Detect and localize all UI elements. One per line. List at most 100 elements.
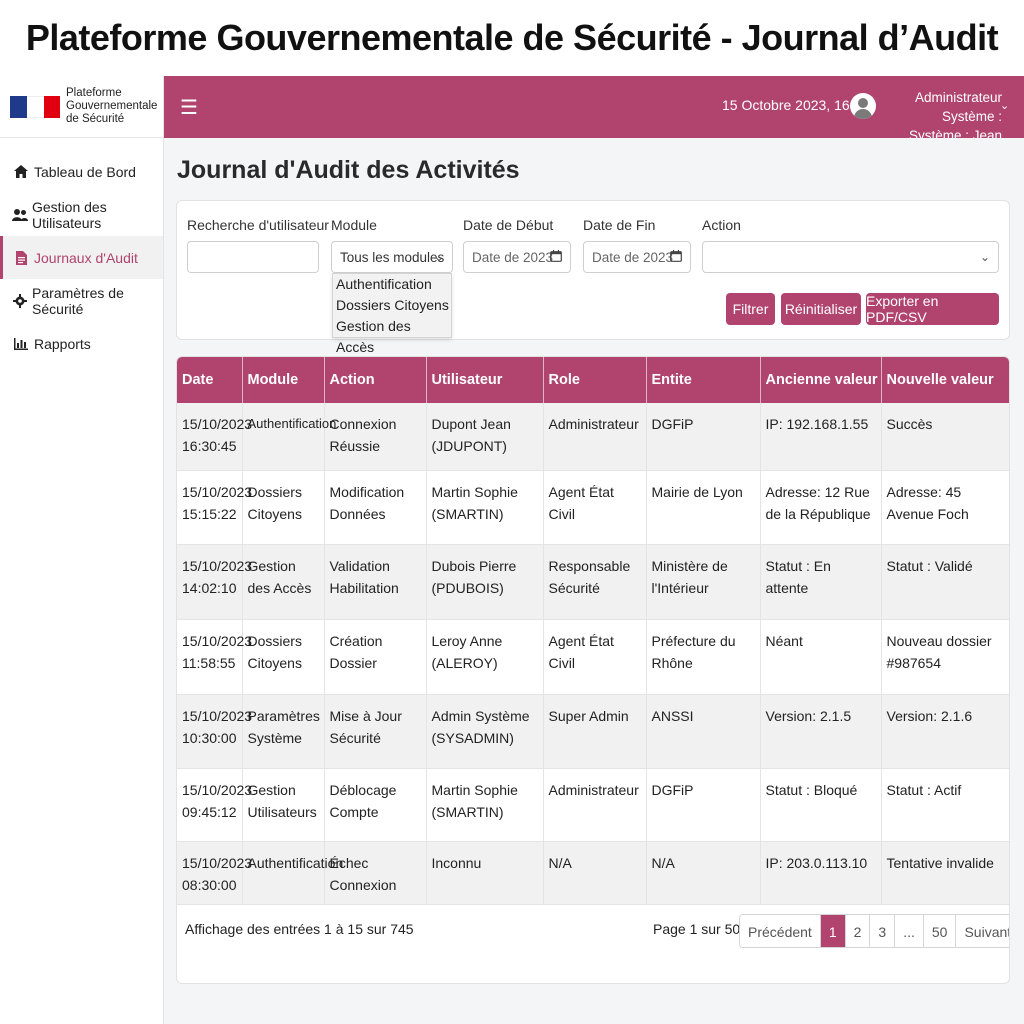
cell-user: Leroy Anne (ALEROY): [426, 619, 544, 695]
pagination-page-button[interactable]: 3: [870, 915, 896, 947]
sidebar-item-label: Tableau de Bord: [34, 163, 136, 180]
cell-role: Agent État Civil: [543, 470, 647, 545]
start-date-input[interactable]: Date de 2023: [463, 241, 571, 273]
pagination-next-button[interactable]: Suivant: [956, 915, 1009, 947]
table-row[interactable]: 15/10/2023 11:58:55 Dossiers Citoyens Cr…: [177, 619, 1009, 695]
page-title: Plateforme Gouvernementale de Sécurité -…: [25, 17, 999, 58]
cell-date: 15/10/2023 10:30:00: [177, 694, 252, 769]
cell-date: 15/10/2023 11:58:55: [177, 619, 252, 695]
column-header-role[interactable]: Role: [543, 357, 647, 403]
cell-action: Déblocage Compte: [324, 768, 427, 842]
table-row[interactable]: 15/10/2023 09:45:12 Gestion Utilisateurs…: [177, 768, 1009, 842]
pagination-previous-button[interactable]: Précédent: [740, 915, 821, 947]
cell-entity: Mairie de Lyon: [646, 470, 761, 545]
cell-entity: Préfecture du Rhône: [646, 619, 761, 695]
current-datetime: 15 Octobre 2023, 16:35: [722, 97, 870, 113]
menu-icon[interactable]: ☰: [180, 95, 202, 120]
table-row[interactable]: 15/10/2023 08:30:00 Authentification Éch…: [177, 841, 1009, 905]
cell-module: Authentification: [242, 841, 343, 905]
avatar[interactable]: [850, 93, 876, 119]
cell-new-value: Adresse: 45 Avenue Foch: [881, 470, 1009, 545]
home-icon: [12, 165, 30, 178]
column-header-user[interactable]: Utilisateur: [426, 357, 544, 403]
sidebar-item-security-settings[interactable]: Paramètres de Sécurité: [0, 279, 163, 322]
sidebar-item-users[interactable]: Gestion des Utilisateurs: [0, 193, 163, 236]
entries-count: Affichage des entrées 1 à 15 sur 745: [185, 921, 414, 937]
audit-table: Date Module Action Utilisateur Role Enti…: [177, 357, 1009, 905]
cell-user: Dubois Pierre (PDUBOIS): [426, 544, 544, 620]
cell-module: Dossiers Citoyens: [242, 619, 325, 695]
cell-role: N/A: [543, 841, 647, 905]
column-header-date[interactable]: Date: [177, 357, 243, 403]
module-option[interactable]: Authentification: [333, 274, 451, 295]
cell-module: Dossiers Citoyens: [242, 470, 325, 545]
cell-date: 15/10/2023 15:15:22: [177, 470, 252, 545]
users-icon: [12, 208, 28, 221]
cell-module: Gestion des Accès: [242, 544, 325, 620]
table-row[interactable]: 15/10/2023 15:15:22 Dossiers Citoyens Mo…: [177, 470, 1009, 545]
cell-user: Martin Sophie (SMARTIN): [426, 768, 544, 842]
page-info: Page 1 sur 50: [653, 921, 741, 937]
column-header-module[interactable]: Module: [242, 357, 325, 403]
column-header-action[interactable]: Action: [324, 357, 427, 403]
module-option[interactable]: Dossiers Citoyens: [333, 295, 451, 316]
cell-action: Mise à Jour Sécurité: [324, 694, 427, 769]
column-header-new-value[interactable]: Nouvelle valeur: [881, 357, 1009, 403]
pagination-page-button[interactable]: 50: [923, 915, 957, 947]
calendar-icon: [550, 249, 562, 265]
user-search-label: Recherche d'utilisateur: [187, 217, 329, 233]
cell-user: Dupont Jean (JDUPONT): [426, 403, 544, 471]
filter-panel: Recherche d'utilisateur Module Tous les …: [176, 200, 1010, 355]
module-select[interactable]: Tous les modules ⌄: [331, 241, 453, 273]
cell-new-value: Nouveau dossier #987654: [881, 619, 1009, 695]
column-header-old-value[interactable]: Ancienne valeur: [760, 357, 882, 403]
end-date-input[interactable]: Date de 2023: [583, 241, 691, 273]
table-row[interactable]: 15/10/2023 14:02:10 Gestion des Accès Va…: [177, 544, 1009, 620]
reset-button[interactable]: Réinitialiser: [781, 293, 861, 325]
cell-role: Administrateur: [543, 403, 647, 471]
chevron-down-icon[interactable]: ⌄: [1000, 99, 1009, 112]
main-content: Journal d'Audit des Activités Recherche …: [164, 138, 1024, 1024]
start-date-label: Date de Début: [463, 217, 554, 233]
cell-entity: Ministère de l'Intérieur: [646, 544, 761, 620]
export-button[interactable]: Exporter en PDF/CSV: [866, 293, 999, 325]
table-row[interactable]: 15/10/2023 16:30:45 Authentification Con…: [177, 403, 1009, 471]
chart-icon: [12, 337, 30, 350]
sidebar-item-reports[interactable]: Rapports: [0, 322, 163, 365]
brand-logo[interactable]: Plateforme Gouvernementale de Sécurité: [0, 76, 163, 138]
cell-role: Agent État Civil: [543, 619, 647, 695]
module-dropdown-list: Authentification Dossiers Citoyens Gesti…: [332, 273, 452, 355]
table-row[interactable]: 15/10/2023 10:30:00 Paramètres Système M…: [177, 694, 1009, 769]
sidebar-item-dashboard[interactable]: Tableau de Bord: [0, 150, 163, 193]
cell-user: Inconnu: [426, 841, 544, 905]
cell-user: Martin Sophie (SMARTIN): [426, 470, 544, 545]
sidebar-nav: Tableau de Bord Gestion des Utilisateurs…: [0, 150, 163, 365]
chevron-down-icon: ⌄: [979, 250, 990, 264]
cell-module: Paramètres Système: [242, 694, 325, 769]
cell-old-value: Néant: [760, 619, 882, 695]
cell-module: Authentification: [242, 403, 336, 471]
sidebar-item-audit-logs[interactable]: Journaux d'Audit: [0, 236, 163, 279]
cell-user: Admin Système (SYSADMIN): [426, 694, 544, 769]
cell-date: 15/10/2023 16:30:45: [177, 403, 252, 471]
sidebar: Plateforme Gouvernementale de Sécurité T…: [0, 76, 164, 1024]
user-role: Administrateur Système :: [914, 90, 1002, 124]
module-label: Module: [331, 217, 377, 233]
calendar-icon: [670, 249, 682, 265]
action-select[interactable]: ⌄: [702, 241, 999, 273]
gear-icon: [12, 293, 28, 308]
cell-new-value: Tentative invalide: [881, 841, 1009, 905]
column-header-entity[interactable]: Entite: [646, 357, 761, 403]
cell-action: Validation Habilitation: [324, 544, 427, 620]
module-option[interactable]: Gestion des Accès: [333, 316, 451, 355]
sidebar-item-label: Rapports: [34, 335, 91, 352]
user-search-input[interactable]: [187, 241, 319, 273]
cell-new-value: Statut : Actif: [881, 768, 1009, 842]
cell-date: 15/10/2023 08:30:00: [177, 841, 252, 905]
pagination-page-button[interactable]: 2: [845, 915, 871, 947]
action-label: Action: [702, 217, 741, 233]
top-bar: ☰ 15 Octobre 2023, 16:35 Administrateur …: [164, 76, 1024, 162]
pagination-page-button[interactable]: 1: [820, 915, 846, 947]
filter-button[interactable]: Filtrer: [726, 293, 775, 325]
cell-date: 15/10/2023 09:45:12: [177, 768, 252, 842]
